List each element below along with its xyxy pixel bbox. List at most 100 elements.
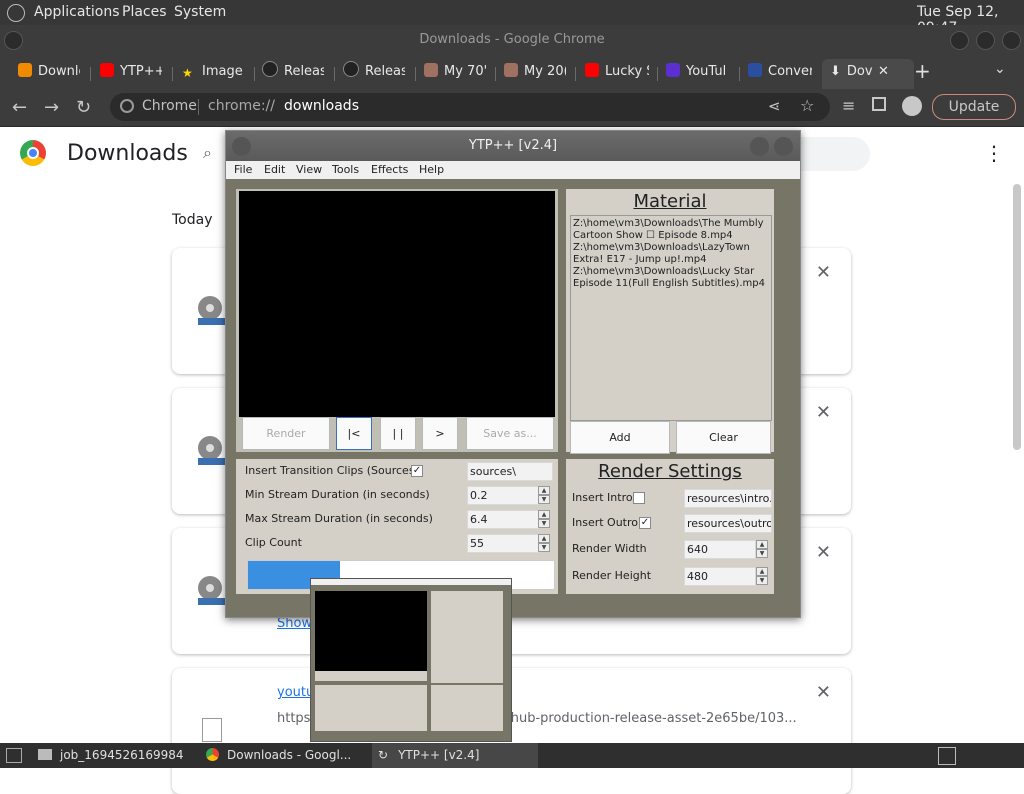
play-button[interactable]: > <box>422 417 458 450</box>
menu-view[interactable]: View <box>296 163 322 176</box>
forward-icon[interactable]: → <box>44 97 59 118</box>
intro-path-field[interactable]: resources\intro.m <box>684 489 772 508</box>
menu-help[interactable]: Help <box>419 163 444 176</box>
tab-youtube[interactable]: YouTul <box>666 61 730 85</box>
transition-checkbox[interactable]: ✓ <box>411 465 423 477</box>
applications-menu[interactable]: Applications <box>34 4 120 20</box>
ytp-close-button[interactable] <box>774 137 793 156</box>
folder-icon <box>38 749 52 760</box>
material-line: Extra! E17 - Jump up!.mp4 <box>573 254 707 265</box>
menu-file[interactable]: File <box>234 163 252 176</box>
material-list[interactable]: Z:\home\vm3\Downloads\The Mumbly Cartoon… <box>570 215 772 421</box>
tab-search-chevron-icon[interactable]: ⌄ <box>994 61 1006 77</box>
menu-tools[interactable]: Tools <box>332 163 359 176</box>
tab-my70[interactable]: My 70' <box>424 61 486 85</box>
update-button[interactable]: Update <box>932 94 1016 120</box>
render-height-field[interactable]: 480 <box>684 567 756 586</box>
workspace-switcher-icon[interactable] <box>938 747 956 765</box>
render-width-spinner[interactable]: ▲ ▼ <box>756 540 768 558</box>
new-tab-icon[interactable]: + <box>914 59 931 83</box>
tab-separator <box>739 67 740 81</box>
menu-edit[interactable]: Edit <box>264 163 285 176</box>
remove-download-icon[interactable]: ✕ <box>816 402 831 423</box>
transition-field[interactable]: sources\ <box>467 462 553 481</box>
insert-intro-label: Insert Intro <box>572 491 633 504</box>
minimize-button[interactable] <box>950 31 969 50</box>
taskbar-item-chrome[interactable]: Downloads - Googl... <box>206 743 366 768</box>
taskbar-item-terminal[interactable]: job_1694526169984 <box>38 743 198 768</box>
tab-release-2[interactable]: Releas <box>343 61 405 85</box>
min-duration-spinner[interactable]: ▲ ▼ <box>538 486 550 504</box>
tab-image[interactable]: ★ Image <box>182 61 244 85</box>
clip-count-spinner[interactable]: ▲ ▼ <box>538 534 550 552</box>
tab-strip: Downlc YTP++ ★Image Releas Releas My 70'… <box>0 55 1024 89</box>
profile-avatar-icon[interactable] <box>902 96 922 116</box>
max-duration-spinner[interactable]: ▲ ▼ <box>538 510 550 528</box>
max-duration-field[interactable]: 6.4 <box>467 510 539 529</box>
tab-release-1[interactable]: Releas <box>262 61 324 85</box>
material-title: Material <box>633 191 707 212</box>
render-settings-title: Render Settings <box>598 461 742 482</box>
maximize-button[interactable] <box>976 31 995 50</box>
system-menu[interactable]: System <box>174 4 226 20</box>
menu-effects[interactable]: Effects <box>371 163 408 176</box>
reload-icon[interactable]: ↻ <box>76 97 91 118</box>
insert-intro-checkbox[interactable] <box>633 492 645 504</box>
rewind-button[interactable]: |< <box>336 417 372 450</box>
outro-path-field[interactable]: resources\outro.r <box>684 514 772 533</box>
scrollbar-thumb[interactable] <box>1013 184 1021 450</box>
remove-download-icon[interactable]: ✕ <box>816 682 831 703</box>
file-link[interactable]: youtu <box>277 685 314 700</box>
ytp-minimize-button[interactable] <box>750 137 769 156</box>
show-in-folder-link[interactable]: Show <box>277 616 312 631</box>
material-line: Cartoon Show ☐ Episode 8.mp4 <box>573 230 733 241</box>
side-panel-icon[interactable] <box>872 97 886 111</box>
render-button[interactable]: Render <box>242 417 330 450</box>
more-menu-icon[interactable]: ⋮ <box>984 141 1004 165</box>
tab-ytp[interactable]: YTP++ <box>100 61 162 85</box>
tab-downloads-active[interactable]: ⬇ Dov ✕ <box>822 59 914 89</box>
thumb-menubar <box>311 579 511 585</box>
render-width-field[interactable]: 640 <box>684 540 756 559</box>
media-control-icon[interactable]: ≡ <box>842 96 855 115</box>
bookmark-star-icon[interactable]: ☆ <box>800 96 814 115</box>
pause-button[interactable]: | | <box>380 417 416 450</box>
preview-panel: Render |< | | > Save as... <box>236 189 558 452</box>
taskbar-item-ytp[interactable]: ↻ YTP++ [v2.4] <box>372 743 538 768</box>
min-duration-field[interactable]: 0.2 <box>467 486 539 505</box>
remove-download-icon[interactable]: ✕ <box>816 262 831 283</box>
window-preview-thumbnail[interactable] <box>310 578 512 742</box>
render-height-spinner[interactable]: ▲ ▼ <box>756 567 768 585</box>
chrome-logo-icon <box>20 140 46 166</box>
places-menu[interactable]: Places <box>122 4 167 20</box>
photo-icon <box>424 63 438 77</box>
back-icon[interactable]: ← <box>12 97 27 118</box>
remove-download-icon[interactable]: ✕ <box>816 542 831 563</box>
tab-my20[interactable]: My 20( <box>504 61 566 85</box>
ytp-window-menu-button[interactable] <box>232 137 251 156</box>
tab-separator <box>495 67 496 81</box>
download-url-tail: ithub-production-release-asset-2e65be/10… <box>502 711 797 726</box>
tab-separator <box>334 67 335 81</box>
system-logo-icon[interactable] <box>7 4 25 22</box>
share-icon[interactable]: ⋖ <box>768 97 781 115</box>
clear-button[interactable]: Clear <box>676 421 771 454</box>
clip-count-field[interactable]: 55 <box>467 534 539 553</box>
tab-downloads-vlc[interactable]: Downlc <box>18 61 80 85</box>
insert-outro-checkbox[interactable]: ✓ <box>639 517 651 529</box>
tab-convert[interactable]: Conver <box>748 61 812 85</box>
add-button[interactable]: Add <box>570 421 670 454</box>
url-path: downloads <box>284 98 359 114</box>
min-duration-label: Min Stream Duration (in seconds) <box>245 488 430 501</box>
close-window-button[interactable] <box>1002 31 1021 50</box>
tab-lucky-star[interactable]: Lucky S <box>585 61 649 85</box>
show-desktop-icon[interactable] <box>6 748 22 763</box>
close-tab-icon[interactable]: ✕ <box>878 59 889 85</box>
save-as-button[interactable]: Save as... <box>466 417 554 450</box>
ytp-title-bar: YTP++ [v2.4] <box>226 131 800 161</box>
search-icon[interactable]: ⌕ <box>203 143 212 163</box>
clip-count-label: Clip Count <box>245 536 302 549</box>
address-bar[interactable]: Chrome chrome:// downloads ⋖ ☆ <box>110 93 830 121</box>
window-menu-button[interactable] <box>4 31 23 50</box>
tab-separator <box>657 67 658 81</box>
